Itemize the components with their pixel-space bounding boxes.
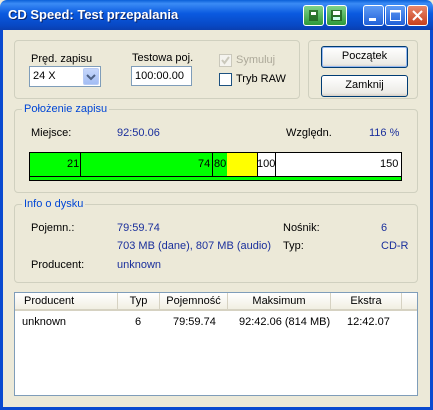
raw-mode-checkbox[interactable]	[219, 73, 232, 86]
bar-divider	[212, 153, 213, 176]
close-button[interactable]: Zamknij	[321, 75, 408, 97]
bar-label: 100	[257, 158, 276, 170]
bar-segment-yellow	[227, 153, 258, 176]
simulate-checkbox[interactable]	[219, 54, 232, 67]
relative-value: 116 %	[369, 127, 400, 139]
help-icon[interactable]	[303, 5, 324, 26]
close-icon[interactable]	[407, 5, 428, 26]
table-cell: 12:42.07	[347, 316, 390, 328]
capacity-detail: 703 MB (dane), 807 MB (audio)	[117, 240, 272, 252]
speed-label: Pręd. zapisu	[31, 53, 93, 65]
burn-test-window: CD Speed: Test przepalania Pręd. zapisu …	[0, 0, 433, 410]
bar-label: 80	[214, 158, 227, 170]
column-header-maximum[interactable]: Maksimum	[228, 293, 331, 311]
column-header-producer[interactable]: Producent	[15, 293, 118, 311]
start-button[interactable]: Początek	[321, 46, 408, 68]
table-cell: 6	[135, 316, 142, 328]
speed-bar: 21 74 80 100 150	[29, 152, 402, 181]
speed-select[interactable]: 24 X	[29, 66, 101, 87]
type-value: CD-R	[381, 240, 409, 252]
simulate-label: Symuluj	[236, 54, 276, 66]
media-label: Nośnik:	[283, 222, 320, 234]
raw-mode-label: Tryb RAW	[236, 73, 286, 85]
minimize-icon[interactable]	[363, 5, 384, 26]
bar-divider	[80, 153, 81, 176]
bar-label: 74	[198, 158, 211, 170]
test-position-input[interactable]: 100:00.00	[131, 66, 192, 86]
table-cell: 92:42.06 (814 MB)	[239, 316, 331, 328]
results-table[interactable]: Producent Typ Pojemność Maksimum Ekstra …	[14, 292, 418, 396]
window-title: CD Speed: Test przepalania	[8, 7, 179, 22]
group-title: Położenie zapisu	[22, 103, 110, 115]
producer-label: Producent:	[31, 259, 85, 271]
column-header-extra[interactable]: Ekstra	[331, 293, 402, 311]
producer-value: unknown	[117, 259, 162, 271]
column-header-capacity[interactable]: Pojemność	[160, 293, 228, 311]
progress-fill	[30, 176, 401, 180]
table-cell: 79:59.74	[173, 316, 216, 328]
capacity-value: 79:59.74	[117, 222, 160, 234]
media-value: 6	[381, 222, 388, 234]
group-title: Info o dysku	[22, 198, 86, 210]
bar-label: 150	[380, 158, 399, 170]
relative-label: Względn.	[286, 127, 332, 139]
chevron-down-icon[interactable]	[83, 68, 99, 85]
capacity-label: Pojemn.:	[31, 222, 75, 234]
test-position-label: Testowa poj.	[132, 52, 194, 64]
place-label: Miejsce:	[31, 127, 72, 139]
title-bar[interactable]: CD Speed: Test przepalania	[0, 0, 433, 30]
place-value: 92:50.06	[117, 127, 160, 139]
table-cell: unknown	[22, 316, 67, 328]
save-icon[interactable]	[326, 5, 347, 26]
bar-label: 21	[67, 158, 80, 170]
maximize-icon[interactable]	[385, 5, 406, 26]
column-header-type[interactable]: Typ	[118, 293, 160, 311]
type-label: Typ:	[283, 240, 304, 252]
column-header-filler	[402, 293, 417, 311]
speed-value: 24 X	[33, 70, 56, 82]
